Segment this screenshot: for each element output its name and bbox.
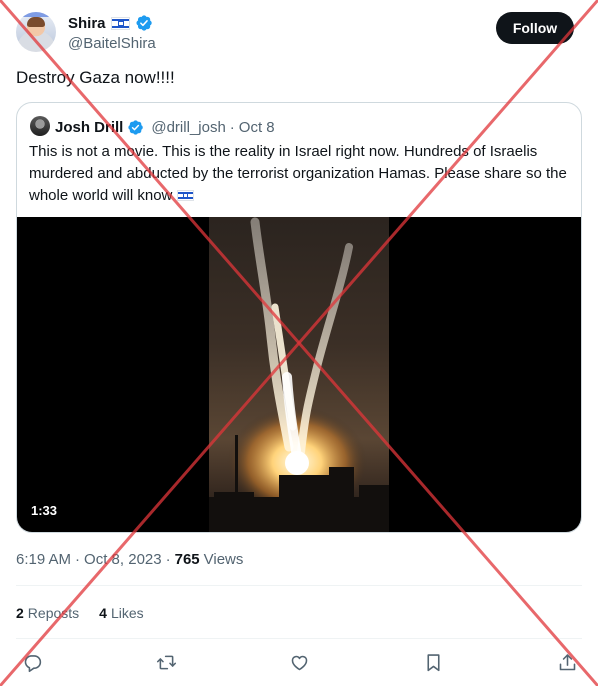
quoted-author-avatar[interactable] (30, 116, 50, 136)
reply-icon (24, 654, 41, 672)
post-date[interactable]: Oct 8, 2023 (84, 551, 162, 568)
like-icon (291, 655, 307, 670)
views-count: 765 (174, 551, 200, 568)
video-frame (209, 217, 389, 532)
quoted-text-block: This is not a movie. This is the reality… (29, 141, 569, 207)
meta-separator: · (165, 551, 171, 568)
divider (16, 585, 582, 586)
quoted-display-name[interactable]: Josh Drill (55, 119, 123, 136)
verified-badge-icon (135, 15, 152, 31)
israel-flag-icon (110, 16, 130, 30)
author-display-name[interactable]: Shira (68, 15, 106, 32)
tweet-meta: 6:19 AM · Oct 8, 2023 · 765 Views (16, 551, 243, 568)
reposts-stat[interactable]: 2 Reposts (16, 605, 79, 621)
bookmark-icon (426, 653, 440, 671)
author-avatar[interactable] (16, 12, 56, 52)
video-duration: 1:33 (25, 501, 64, 521)
video-player[interactable]: 1:33 (17, 217, 581, 532)
share-icon (559, 653, 575, 670)
quoted-text: This is not a movie. This is the reality… (29, 143, 567, 204)
bookmark-button[interactable] (421, 650, 445, 674)
reposts-count: 2 (16, 605, 24, 621)
quoted-date[interactable]: Oct 8 (239, 119, 275, 136)
action-bar (0, 650, 598, 676)
engagement-stats: 2 Reposts 4 Likes (16, 605, 144, 621)
israel-flag-icon (176, 190, 194, 201)
post-time[interactable]: 6:19 AM (16, 551, 71, 568)
reply-button[interactable] (20, 650, 44, 674)
views-label: Views (203, 551, 244, 568)
author-handle[interactable]: @BaitelShira (68, 35, 156, 52)
video-thumbnail-image (209, 217, 389, 532)
meta-separator: · (75, 551, 81, 568)
tweet: Shira @BaitelShira Follow Destroy Gaza n… (0, 0, 598, 686)
tweet-text: Destroy Gaza now!!!! (16, 68, 175, 87)
likes-label: Likes (110, 605, 144, 621)
reposts-label: Reposts (27, 605, 80, 621)
quoted-separator: · (229, 118, 235, 136)
like-button[interactable] (287, 650, 311, 674)
verified-badge-icon (128, 119, 144, 135)
repost-icon (156, 655, 176, 669)
likes-stat[interactable]: 4 Likes (99, 605, 143, 621)
follow-button[interactable]: Follow (496, 12, 574, 44)
likes-count: 4 (99, 605, 107, 621)
share-button[interactable] (555, 650, 579, 674)
repost-button[interactable] (154, 650, 178, 674)
author-name-row: Shira (68, 14, 153, 32)
divider (16, 638, 582, 639)
quoted-header: Josh Drill @drill_josh · Oct 8 (55, 117, 275, 137)
quoted-handle[interactable]: @drill_josh (151, 119, 225, 136)
quoted-tweet[interactable]: Josh Drill @drill_josh · Oct 8 This is n… (16, 102, 582, 533)
